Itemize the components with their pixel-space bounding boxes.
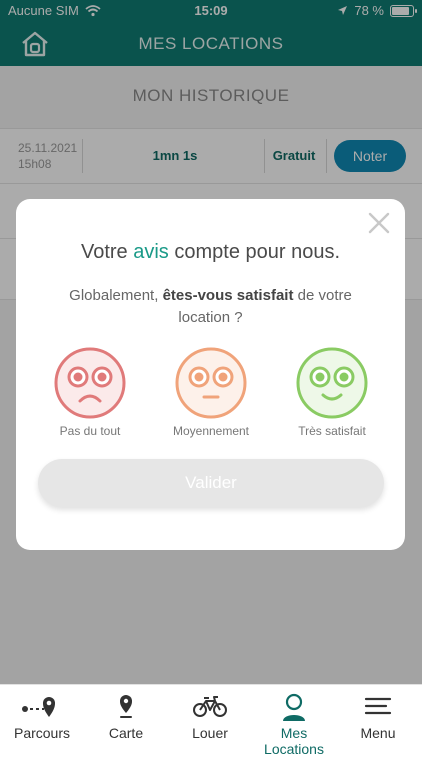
headline-prefix: Votre	[80, 241, 134, 263]
bike-icon	[193, 696, 227, 717]
tab-label: Carte	[108, 725, 144, 741]
tab-parcours[interactable]: Parcours	[0, 685, 84, 751]
rating-label-medium[interactable]: Moyennement	[156, 424, 266, 438]
question-prefix: Globalement,	[69, 287, 163, 304]
tab-louer[interactable]: Louer	[168, 685, 252, 751]
dialog-headline: Votre avis compte pour nous.	[16, 241, 405, 264]
tab-menu[interactable]: Menu	[336, 685, 420, 751]
tab-label: Menu	[360, 725, 396, 741]
map-pin-icon	[120, 695, 132, 718]
tab-bar: Parcours Carte Louer Mes Locations Menu	[0, 684, 422, 757]
user-icon	[283, 693, 305, 721]
tab-label: Louer	[192, 725, 228, 741]
menu-icon	[364, 697, 392, 715]
validate-button[interactable]: Valider	[38, 459, 384, 507]
dialog-question: Globalement, êtes-vous satisfait de votr…	[46, 285, 375, 329]
rating-dialog: Votre avis compte pour nous. Globalement…	[16, 199, 405, 550]
tab-mes-locations[interactable]: Mes Locations	[252, 685, 336, 757]
headline-accent: avis	[133, 241, 169, 263]
close-icon[interactable]	[367, 211, 391, 235]
happy-face-icon[interactable]	[296, 347, 368, 419]
route-icon	[22, 697, 55, 717]
tab-label: Mes Locations	[264, 725, 324, 757]
neutral-face-icon[interactable]	[175, 347, 247, 419]
tab-label: Parcours	[13, 725, 71, 741]
rating-label-good[interactable]: Très satisfait	[277, 424, 387, 438]
question-bold: êtes-vous satisfait	[162, 287, 294, 304]
sad-face-icon[interactable]	[54, 347, 126, 419]
headline-suffix: compte pour nous.	[168, 241, 341, 263]
tab-carte[interactable]: Carte	[84, 685, 168, 751]
rating-label-bad[interactable]: Pas du tout	[35, 424, 145, 438]
